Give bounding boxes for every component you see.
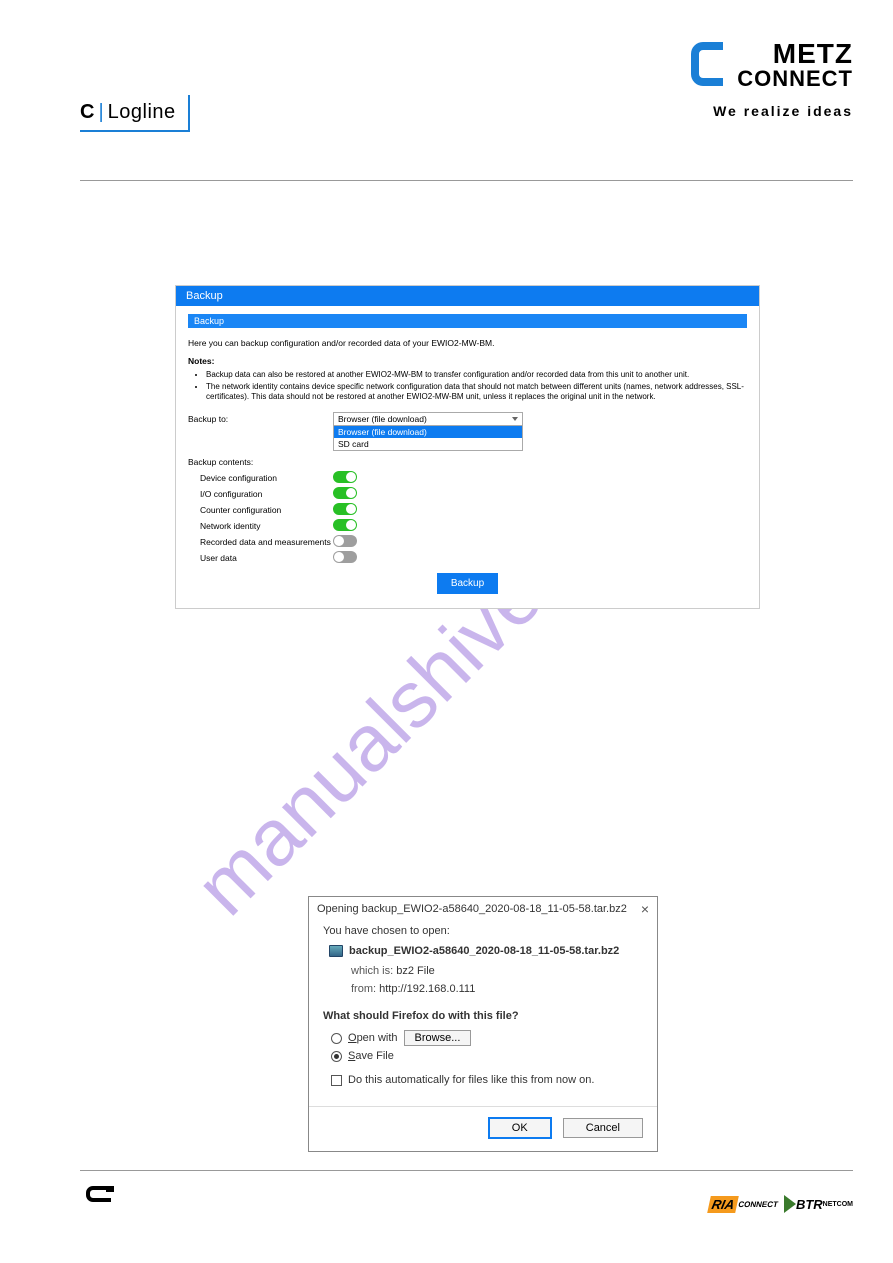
dialog-chosen-text: You have chosen to open: xyxy=(323,925,643,937)
ok-button[interactable]: OK xyxy=(488,1117,552,1139)
archive-file-icon xyxy=(329,945,343,957)
notes-list: Backup data can also be restored at anot… xyxy=(206,370,747,402)
notes-label: Notes: xyxy=(188,356,747,366)
header-rule xyxy=(80,180,853,181)
backup-panel-title: Backup xyxy=(176,286,759,306)
close-icon[interactable]: × xyxy=(641,901,649,917)
btr-netcom-logo: BTRNETCOM xyxy=(784,1195,853,1213)
browse-button[interactable]: Browse... xyxy=(404,1030,472,1046)
brand-logo: METZ CONNECT We realize ideas xyxy=(689,40,853,119)
which-is-label: which is: xyxy=(351,965,393,977)
cancel-button[interactable]: Cancel xyxy=(563,1118,643,1138)
which-is-value: bz2 File xyxy=(396,965,435,977)
content-item-label: Network identity xyxy=(188,519,333,531)
toggle-counter-config[interactable] xyxy=(333,503,357,515)
toggle-io-config[interactable] xyxy=(333,487,357,499)
backup-to-label: Backup to: xyxy=(188,412,333,424)
ria-connect-logo: RIACONNECT xyxy=(707,1196,780,1213)
backup-to-option-selected[interactable]: Browser (file download) xyxy=(334,426,522,438)
dialog-title: Opening backup_EWIO2-a58640_2020-08-18_1… xyxy=(317,903,627,915)
page-header: METZ CONNECT We realize ideas C|Logline xyxy=(0,0,893,180)
brand-line2: CONNECT xyxy=(737,68,853,90)
from-label: from: xyxy=(351,983,376,995)
download-dialog: Opening backup_EWIO2-a58640_2020-08-18_1… xyxy=(308,896,658,1152)
save-file-label: Save File xyxy=(348,1050,394,1062)
radio-open-with[interactable] xyxy=(331,1033,342,1044)
note-item: The network identity contains device spe… xyxy=(206,382,747,402)
toggle-device-config[interactable] xyxy=(333,471,357,483)
content-item-label: User data xyxy=(188,551,333,563)
backup-contents-label: Backup contents: xyxy=(188,455,333,467)
content-item-label: Counter configuration xyxy=(188,503,333,515)
toggle-recorded-data[interactable] xyxy=(333,535,357,547)
radio-save-file[interactable] xyxy=(331,1051,342,1062)
logline-c: C xyxy=(80,101,94,123)
logline-text: Logline xyxy=(108,101,176,123)
note-item: Backup data can also be restored at anot… xyxy=(206,370,747,380)
backup-panel-subhead: Backup xyxy=(188,314,747,328)
backup-to-select[interactable]: Browser (file download) Browser (file do… xyxy=(333,412,523,451)
from-value: http://192.168.0.111 xyxy=(379,983,475,995)
triangle-icon xyxy=(784,1195,796,1213)
content-item-label: Device configuration xyxy=(188,471,333,483)
backup-to-select-value[interactable]: Browser (file download) xyxy=(333,412,523,426)
auto-label: Do this automatically for files like thi… xyxy=(348,1074,594,1086)
logline-separator: | xyxy=(98,101,103,123)
auto-checkbox[interactable] xyxy=(331,1075,342,1086)
open-with-label: Open with xyxy=(348,1032,398,1044)
footer-c-icon xyxy=(85,1185,115,1203)
dialog-question: What should Firefox do with this file? xyxy=(323,1010,643,1022)
brand-tagline: We realize ideas xyxy=(689,103,853,119)
backup-panel: Backup Backup Here you can backup config… xyxy=(175,285,760,609)
content-item-label: Recorded data and measurements xyxy=(188,535,333,547)
footer-logos: RIACONNECT BTRNETCOM xyxy=(709,1195,853,1213)
content-item-label: I/O configuration xyxy=(188,487,333,499)
brand-logo-c-icon xyxy=(689,40,727,93)
toggle-user-data[interactable] xyxy=(333,551,357,563)
backup-to-option[interactable]: SD card xyxy=(334,438,522,450)
brand-line1: METZ xyxy=(737,40,853,68)
dialog-filename: backup_EWIO2-a58640_2020-08-18_11-05-58.… xyxy=(349,945,619,957)
toggle-network-identity[interactable] xyxy=(333,519,357,531)
backup-button[interactable]: Backup xyxy=(437,573,498,594)
footer-rule xyxy=(80,1170,853,1171)
backup-intro-text: Here you can backup configuration and/or… xyxy=(188,338,747,348)
logline-badge: C|Logline xyxy=(80,95,190,132)
